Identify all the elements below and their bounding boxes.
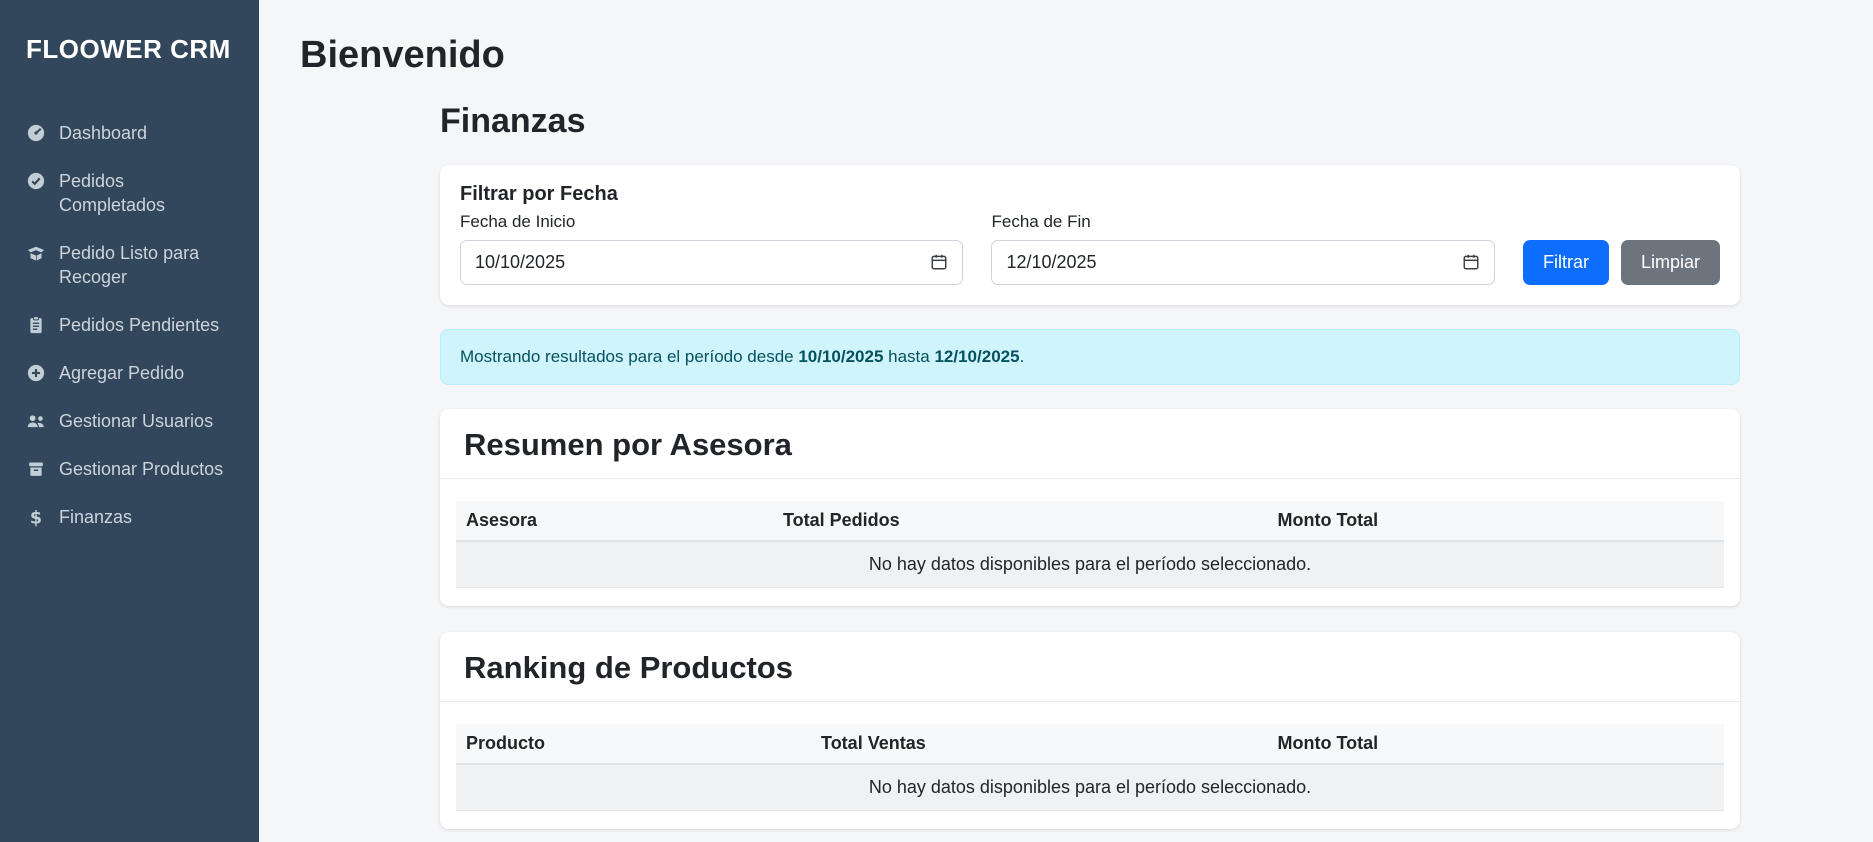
end-date-field: Fecha de Fin 12/10/2025: [991, 212, 1494, 285]
results-alert: Mostrando resultados para el período des…: [440, 329, 1740, 385]
table-header-row: Asesora Total Pedidos Monto Total: [456, 501, 1724, 541]
alert-text-suffix: .: [1020, 347, 1025, 366]
page-title: Bienvenido: [300, 34, 1873, 78]
gauge-icon: [26, 123, 46, 143]
advisor-summary-table: Asesora Total Pedidos Monto Total No hay…: [456, 501, 1724, 588]
table-header-row: Producto Total Ventas Monto Total: [456, 724, 1724, 764]
sidebar-item-dashboard[interactable]: Dashboard: [0, 109, 259, 157]
users-icon: [26, 411, 46, 431]
app-title: FLOOWER CRM: [0, 0, 259, 65]
clipboard-icon: [26, 315, 46, 335]
product-ranking-card: Ranking de Productos Producto Total Vent…: [440, 632, 1740, 829]
main-content: Bienvenido Finanzas Filtrar por Fecha Fe…: [259, 0, 1873, 842]
dollar-icon: $: [26, 507, 46, 527]
alert-text-middle: hasta: [883, 347, 934, 366]
box-icon: [26, 459, 46, 479]
column-header-total-pedidos: Total Pedidos: [773, 501, 1268, 541]
svg-text:$: $: [30, 508, 42, 527]
filter-buttons: Filtrar Limpiar: [1523, 240, 1720, 285]
check-circle-icon: [26, 171, 46, 191]
alert-text-prefix: Mostrando resultados para el período des…: [460, 347, 798, 366]
filter-row: Fecha de Inicio 10/10/2025 Fecha de Fin …: [460, 212, 1720, 285]
date-filter-card: Filtrar por Fecha Fecha de Inicio 10/10/…: [440, 165, 1740, 305]
product-ranking-table: Producto Total Ventas Monto Total No hay…: [456, 724, 1724, 811]
app-root: FLOOWER CRM Dashboard Pedidos Completado…: [0, 0, 1873, 842]
sidebar-item-finanzas[interactable]: $ Finanzas: [0, 493, 259, 541]
plus-circle-icon: [26, 363, 46, 383]
sidebar-item-gestionar-productos[interactable]: Gestionar Productos: [0, 445, 259, 493]
sidebar-item-label: Agregar Pedido: [59, 361, 184, 385]
sidebar-item-label: Finanzas: [59, 505, 132, 529]
sidebar-item-pedidos-pendientes[interactable]: Pedidos Pendientes: [0, 301, 259, 349]
advisor-summary-header: Resumen por Asesora: [440, 409, 1740, 479]
start-date-label: Fecha de Inicio: [460, 212, 963, 232]
product-ranking-body: Producto Total Ventas Monto Total No hay…: [440, 702, 1740, 829]
alert-start-date: 10/10/2025: [798, 347, 883, 366]
filter-title: Filtrar por Fecha: [460, 183, 1720, 206]
start-date-input[interactable]: 10/10/2025: [460, 240, 963, 285]
empty-message: No hay datos disponibles para el período…: [456, 541, 1724, 588]
product-ranking-title: Ranking de Productos: [464, 650, 1716, 686]
advisor-summary-card: Resumen por Asesora Asesora Total Pedido…: [440, 409, 1740, 606]
sidebar-item-label: Dashboard: [59, 121, 147, 145]
section-title: Finanzas: [440, 102, 1740, 141]
column-header-monto-total: Monto Total: [1268, 501, 1724, 541]
advisor-summary-body: Asesora Total Pedidos Monto Total No hay…: [440, 479, 1740, 606]
start-date-field: Fecha de Inicio 10/10/2025: [460, 212, 963, 285]
start-date-value: 10/10/2025: [475, 252, 565, 273]
calendar-icon[interactable]: [1462, 253, 1480, 271]
sidebar-item-label: Gestionar Usuarios: [59, 409, 213, 433]
alert-end-date: 12/10/2025: [934, 347, 1019, 366]
table-row: No hay datos disponibles para el período…: [456, 541, 1724, 588]
table-row: No hay datos disponibles para el período…: [456, 764, 1724, 811]
empty-message: No hay datos disponibles para el período…: [456, 764, 1724, 811]
sidebar-item-pedidos-completados[interactable]: Pedidos Completados: [0, 157, 259, 229]
sidebar-item-label: Gestionar Productos: [59, 457, 223, 481]
advisor-summary-title: Resumen por Asesora: [464, 427, 1716, 463]
column-header-total-ventas: Total Ventas: [811, 724, 1267, 764]
sidebar-item-label: Pedidos Pendientes: [59, 313, 219, 337]
clear-button[interactable]: Limpiar: [1621, 240, 1720, 285]
column-header-producto: Producto: [456, 724, 811, 764]
product-ranking-header: Ranking de Productos: [440, 632, 1740, 702]
column-header-asesora: Asesora: [456, 501, 773, 541]
sidebar-item-gestionar-usuarios[interactable]: Gestionar Usuarios: [0, 397, 259, 445]
sidebar-item-agregar-pedido[interactable]: Agregar Pedido: [0, 349, 259, 397]
sidebar-item-pedido-listo[interactable]: Pedido Listo para Recoger: [0, 229, 259, 301]
sidebar: FLOOWER CRM Dashboard Pedidos Completado…: [0, 0, 259, 842]
column-header-monto-total: Monto Total: [1268, 724, 1725, 764]
filter-button[interactable]: Filtrar: [1523, 240, 1609, 285]
finanzas-section: Finanzas Filtrar por Fecha Fecha de Inic…: [440, 102, 1740, 829]
end-date-input[interactable]: 12/10/2025: [991, 240, 1494, 285]
sidebar-item-label: Pedido Listo para Recoger: [59, 241, 233, 289]
sidebar-item-label: Pedidos Completados: [59, 169, 233, 217]
sidebar-nav: Dashboard Pedidos Completados Pedido Lis…: [0, 109, 259, 541]
calendar-icon[interactable]: [930, 253, 948, 271]
end-date-value: 12/10/2025: [1006, 252, 1096, 273]
box-open-icon: [26, 243, 46, 263]
end-date-label: Fecha de Fin: [991, 212, 1494, 232]
